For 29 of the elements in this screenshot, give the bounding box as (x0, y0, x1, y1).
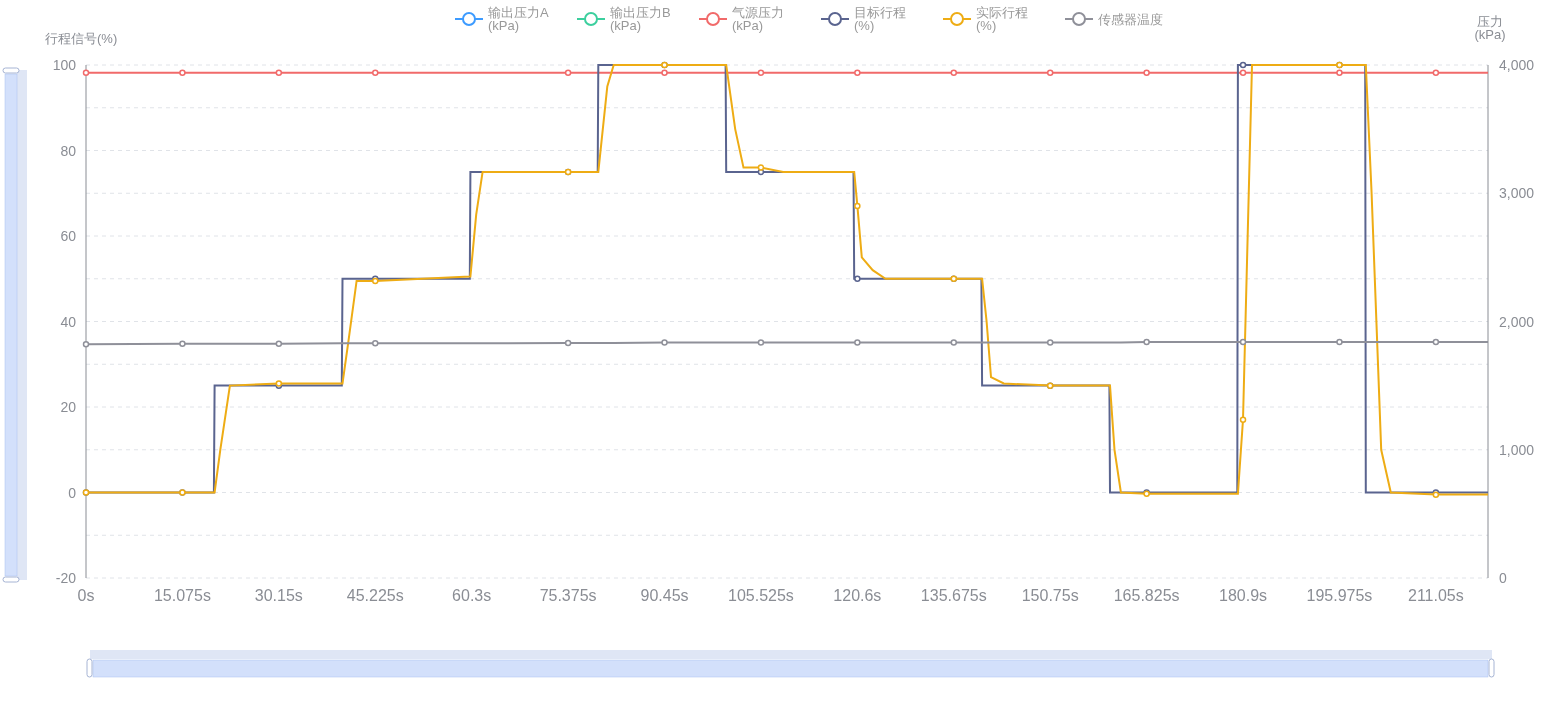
axis-tick-label: 0 (1499, 570, 1507, 586)
axis-tick-label: 120.6s (833, 587, 882, 604)
axis-tick-label: -20 (55, 570, 76, 586)
axis-tick-label: 60.3s (452, 587, 492, 604)
axis-tick-label: 0 (68, 484, 76, 501)
axis-tick-label: 60 (60, 228, 76, 244)
axis-title: 压力 (kPa) (1474, 14, 1506, 42)
axis-tick-label: 150.75s (1021, 587, 1079, 604)
axis-tick-label: 20 (60, 399, 76, 415)
axis-tick-label: 195.975s (1306, 587, 1373, 604)
axis-tick-label: 2,000 (1499, 313, 1535, 330)
axis-tick-label: 3,000 (1499, 185, 1535, 202)
axis-tick-label: 135.675s (920, 587, 987, 604)
axis-tick-label: 180.9s (1219, 587, 1268, 604)
axis-tick-label: 0s (77, 587, 95, 604)
axis-tick-label: 105.525s (728, 587, 794, 604)
axis-tick-label: 45.225s (346, 587, 404, 604)
axis-tick-label: 15.075s (153, 587, 211, 604)
axis-title: 行程信号(%) (45, 31, 118, 46)
axis-tick-label: 80 (60, 142, 76, 159)
axis-tick-label: 4,000 (1499, 57, 1535, 73)
axis-tick-label: 90.45s (640, 587, 689, 604)
axis-tick-label: 165.825s (1113, 587, 1180, 604)
axis-tick-label: 40 (60, 313, 76, 330)
axis-tick-label: 211.05s (1408, 587, 1464, 604)
axis-tick-label: 30.15s (254, 587, 303, 604)
axis-tick-label: 75.375s (539, 587, 597, 604)
axis-tick-label: 100 (52, 57, 76, 73)
axis-tick-label: 1,000 (1499, 441, 1535, 458)
